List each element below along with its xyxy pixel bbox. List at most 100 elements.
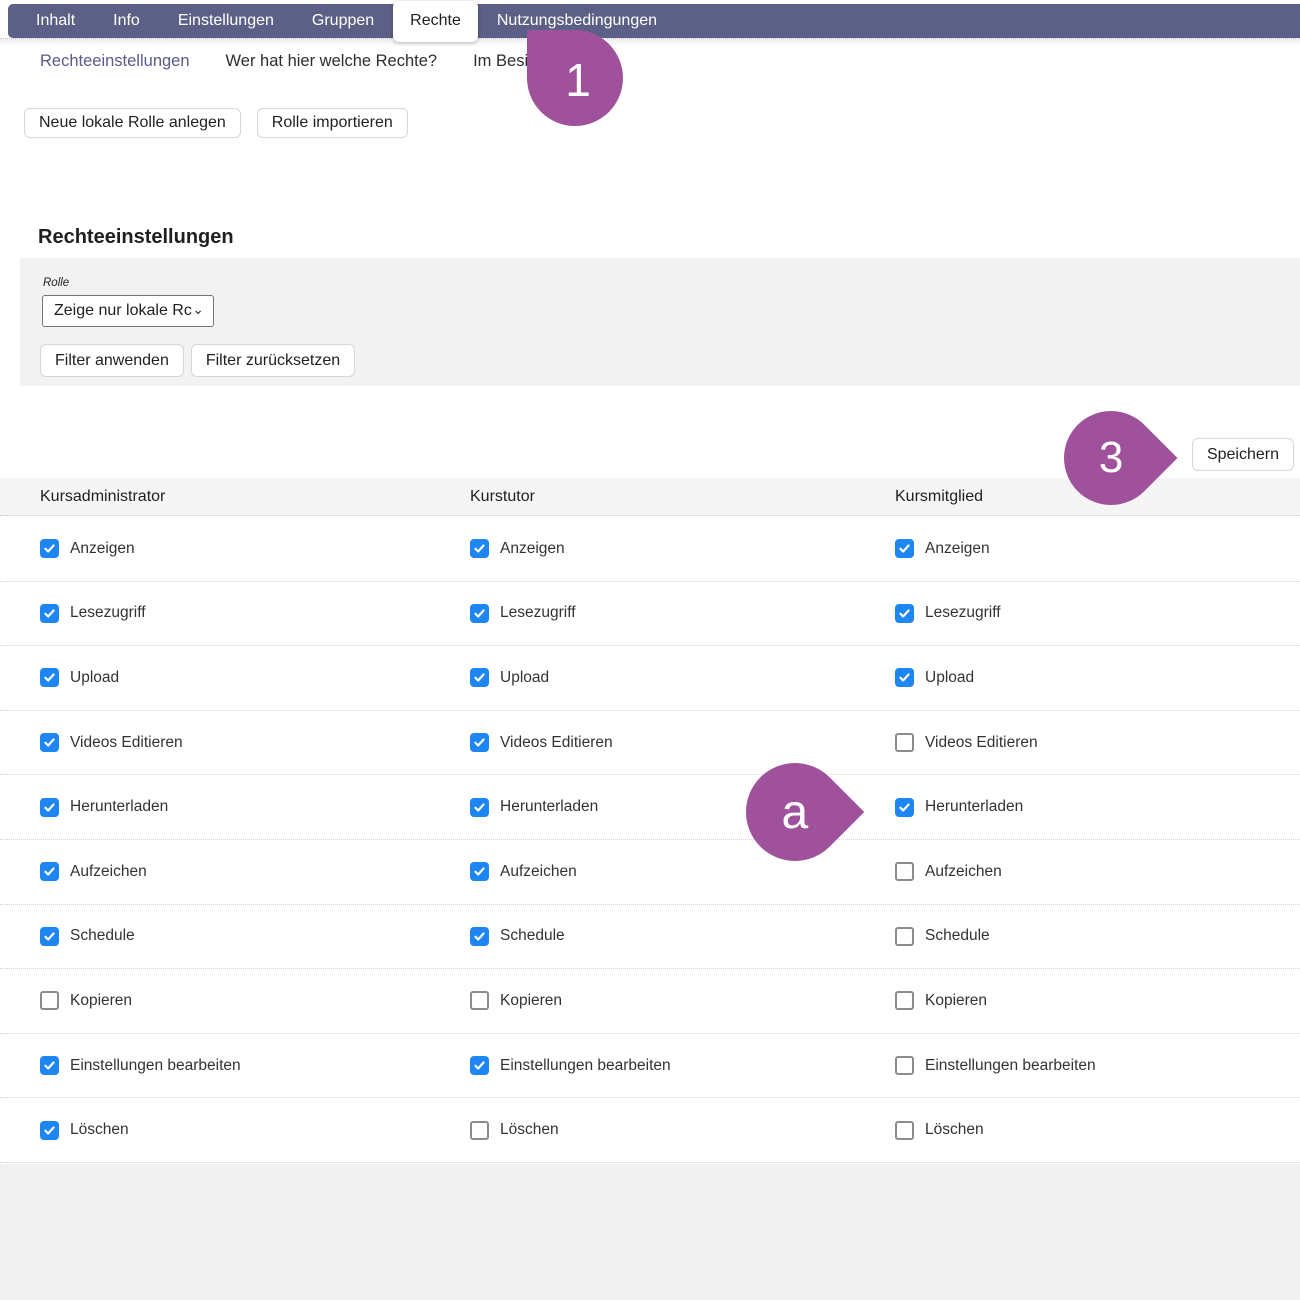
permission-label: Löschen bbox=[925, 1121, 984, 1139]
permission-cell-kursadministrator-videos-editieren: Videos Editieren bbox=[40, 711, 183, 775]
permission-checkbox[interactable] bbox=[895, 733, 914, 752]
permission-cell-kurstutor-l-schen: Löschen bbox=[470, 1098, 559, 1162]
permission-checkbox[interactable] bbox=[470, 991, 489, 1010]
permission-checkbox[interactable] bbox=[40, 1056, 59, 1075]
table-row: Videos Editieren Videos Editieren Videos E… bbox=[0, 711, 1300, 776]
permission-checkbox[interactable] bbox=[895, 1121, 914, 1140]
nav-tab-gruppen[interactable]: Gruppen bbox=[293, 4, 393, 38]
permission-cell-kursadministrator-aufzeichen: Aufzeichen bbox=[40, 840, 147, 904]
neue-lokale-rolle-anlegen-button[interactable]: Neue lokale Rolle anlegen bbox=[24, 108, 241, 138]
permission-label: Anzeigen bbox=[925, 540, 990, 558]
subnav-item-wer-hat-hier-welche-rechte[interactable]: Wer hat hier welche Rechte? bbox=[226, 52, 438, 71]
permission-cell-kurstutor-einstellungen-bearbeiten: Einstellungen bearbeiten bbox=[470, 1034, 671, 1098]
permission-cell-kursmitglied-videos-editieren: Videos Editieren bbox=[895, 711, 1038, 775]
permission-checkbox[interactable] bbox=[470, 798, 489, 817]
nav-tab-info[interactable]: Info bbox=[94, 4, 159, 38]
subnav-item-rechteeinstellungen[interactable]: Rechteeinstellungen bbox=[40, 52, 190, 71]
permission-checkbox[interactable] bbox=[470, 668, 489, 687]
nav-divider bbox=[0, 38, 1300, 46]
permission-checkbox[interactable] bbox=[895, 604, 914, 623]
permission-checkbox[interactable] bbox=[895, 668, 914, 687]
table-row: Upload Upload Upload bbox=[0, 646, 1300, 711]
permission-cell-kursadministrator-l-schen: Löschen bbox=[40, 1098, 129, 1162]
permission-checkbox[interactable] bbox=[470, 927, 489, 946]
permission-checkbox[interactable] bbox=[470, 539, 489, 558]
permission-label: Anzeigen bbox=[70, 540, 135, 558]
nav-tab-rechte[interactable]: Rechte bbox=[393, 1, 478, 42]
permission-checkbox[interactable] bbox=[470, 604, 489, 623]
table-row: Löschen Löschen Löschen bbox=[0, 1098, 1300, 1163]
permission-label: Einstellungen bearbeiten bbox=[500, 1057, 671, 1075]
column-header-kurstutor: Kurstutor bbox=[470, 478, 535, 516]
permission-cell-kurstutor-herunterladen: Herunterladen bbox=[470, 775, 598, 839]
role-actions: Neue lokale Rolle anlegen Rolle importier… bbox=[24, 108, 408, 138]
permission-checkbox[interactable] bbox=[470, 733, 489, 752]
permission-cell-kurstutor-kopieren: Kopieren bbox=[470, 969, 562, 1033]
permission-cell-kursadministrator-upload: Upload bbox=[40, 646, 119, 710]
permission-cell-kursmitglied-kopieren: Kopieren bbox=[895, 969, 987, 1033]
permission-label: Kopieren bbox=[70, 992, 132, 1010]
permission-cell-kurstutor-upload: Upload bbox=[470, 646, 549, 710]
permission-checkbox[interactable] bbox=[895, 991, 914, 1010]
permission-cell-kurstutor-aufzeichen: Aufzeichen bbox=[470, 840, 577, 904]
permission-label: Löschen bbox=[500, 1121, 559, 1139]
permission-cell-kursadministrator-einstellungen-bearbeiten: Einstellungen bearbeiten bbox=[40, 1034, 241, 1098]
permission-cell-kursmitglied-herunterladen: Herunterladen bbox=[895, 775, 1023, 839]
permission-cell-kursadministrator-herunterladen: Herunterladen bbox=[40, 775, 168, 839]
role-select[interactable]: Zeige nur lokale Rc ⌄ bbox=[42, 295, 214, 327]
permission-cell-kurstutor-videos-editieren: Videos Editieren bbox=[470, 711, 613, 775]
annotation-balloon-1: 1 bbox=[527, 30, 623, 126]
annotation-label: a bbox=[782, 784, 809, 839]
permission-checkbox[interactable] bbox=[40, 991, 59, 1010]
permission-checkbox[interactable] bbox=[895, 862, 914, 881]
permission-label: Aufzeichen bbox=[925, 863, 1002, 881]
permission-checkbox[interactable] bbox=[40, 539, 59, 558]
table-row: Schedule Schedule Schedule bbox=[0, 905, 1300, 970]
permission-cell-kursmitglied-upload: Upload bbox=[895, 646, 974, 710]
permission-label: Einstellungen bearbeiten bbox=[925, 1057, 1096, 1075]
table-row: Kopieren Kopieren Kopieren bbox=[0, 969, 1300, 1034]
permission-cell-kursmitglied-einstellungen-bearbeiten: Einstellungen bearbeiten bbox=[895, 1034, 1096, 1098]
nav-tab-inhalt[interactable]: Inhalt bbox=[17, 4, 94, 38]
permission-checkbox[interactable] bbox=[40, 733, 59, 752]
permission-label: Schedule bbox=[70, 927, 135, 945]
annotation-label: 3 bbox=[1099, 433, 1123, 483]
page: InhaltInfoEinstellungenGruppenRechteNutz… bbox=[0, 0, 1300, 1300]
permission-checkbox[interactable] bbox=[895, 539, 914, 558]
apply-filter-button[interactable]: Filter anwenden bbox=[40, 344, 184, 377]
permission-label: Upload bbox=[925, 669, 974, 687]
permission-cell-kurstutor-schedule: Schedule bbox=[470, 905, 565, 969]
permission-label: Einstellungen bearbeiten bbox=[70, 1057, 241, 1075]
permission-checkbox[interactable] bbox=[470, 862, 489, 881]
permission-cell-kurstutor-lesezugriff: Lesezugriff bbox=[470, 582, 576, 646]
role-select-value: Zeige nur lokale Rc bbox=[54, 302, 192, 320]
chevron-down-icon: ⌄ bbox=[192, 302, 204, 316]
permission-checkbox[interactable] bbox=[40, 604, 59, 623]
nav-tab-einstellungen[interactable]: Einstellungen bbox=[159, 4, 293, 38]
annotation-label: 1 bbox=[565, 53, 591, 107]
role-filter-label: Rolle bbox=[43, 277, 69, 289]
top-nav: InhaltInfoEinstellungenGruppenRechteNutz… bbox=[8, 4, 1300, 38]
permission-label: Videos Editieren bbox=[500, 734, 613, 752]
permission-label: Aufzeichen bbox=[70, 863, 147, 881]
permission-checkbox[interactable] bbox=[470, 1121, 489, 1140]
permission-checkbox[interactable] bbox=[40, 668, 59, 687]
permission-checkbox[interactable] bbox=[895, 798, 914, 817]
save-button[interactable]: Speichern bbox=[1192, 438, 1294, 471]
permission-checkbox[interactable] bbox=[895, 1056, 914, 1075]
permission-label: Herunterladen bbox=[925, 798, 1023, 816]
permission-checkbox[interactable] bbox=[40, 798, 59, 817]
permission-checkbox[interactable] bbox=[40, 1121, 59, 1140]
permission-checkbox[interactable] bbox=[40, 862, 59, 881]
permission-label: Schedule bbox=[925, 927, 990, 945]
permission-checkbox[interactable] bbox=[470, 1056, 489, 1075]
table-row: Aufzeichen Aufzeichen Aufzeichen bbox=[0, 840, 1300, 905]
permission-cell-kursmitglied-lesezugriff: Lesezugriff bbox=[895, 582, 1001, 646]
rolle-importieren-button[interactable]: Rolle importieren bbox=[257, 108, 408, 138]
permission-cell-kursmitglied-anzeigen: Anzeigen bbox=[895, 517, 990, 581]
reset-filter-button[interactable]: Filter zurücksetzen bbox=[191, 344, 355, 377]
permission-label: Kopieren bbox=[925, 992, 987, 1010]
permission-label: Videos Editieren bbox=[70, 734, 183, 752]
permission-checkbox[interactable] bbox=[895, 927, 914, 946]
permission-checkbox[interactable] bbox=[40, 927, 59, 946]
